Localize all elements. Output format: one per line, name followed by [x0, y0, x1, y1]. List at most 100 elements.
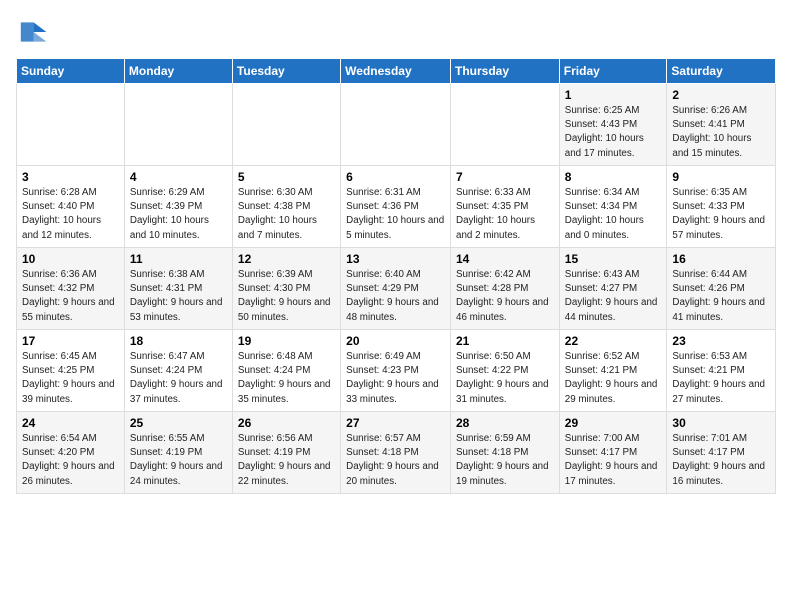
day-info: Sunrise: 6:26 AM Sunset: 4:41 PM Dayligh…	[672, 104, 770, 161]
day-number: 9	[672, 170, 770, 184]
day-info: Sunrise: 6:49 AM Sunset: 4:23 PM Dayligh…	[346, 350, 445, 407]
calendar-cell: 6 Sunrise: 6:31 AM Sunset: 4:36 PM Daylig…	[341, 166, 451, 248]
calendar-cell: 18Sunrise: 6:47 AM Sunset: 4:24 PM Dayli…	[124, 330, 232, 412]
day-number: 18	[130, 334, 227, 348]
calendar-cell: 21 Sunrise: 6:50 AM Sunset: 4:22 PM Dayli…	[451, 330, 560, 412]
calendar-cell: 9 Sunrise: 6:35 AM Sunset: 4:33 PM Daylig…	[667, 166, 776, 248]
day-number: 27	[346, 416, 445, 430]
day-number: 10	[22, 252, 119, 266]
day-number: 3	[22, 170, 119, 184]
calendar-cell	[232, 84, 340, 166]
header	[16, 16, 776, 48]
day-info: Sunrise: 6:42 AM Sunset: 4:28 PM Dayligh…	[456, 268, 554, 325]
day-number: 11	[130, 252, 227, 266]
calendar-cell: 27 Sunrise: 6:57 AM Sunset: 4:18 PM Dayli…	[341, 412, 451, 494]
day-info: Sunrise: 6:53 AM Sunset: 4:21 PM Dayligh…	[672, 350, 770, 407]
day-info: Sunrise: 6:45 AM Sunset: 4:25 PM Dayligh…	[22, 350, 119, 407]
calendar-cell: 30 Sunrise: 7:01 AM Sunset: 4:17 PM Dayli…	[667, 412, 776, 494]
calendar-cell: 8 Sunrise: 6:34 AM Sunset: 4:34 PM Daylig…	[559, 166, 667, 248]
calendar-cell: 16Sunrise: 6:44 AM Sunset: 4:26 PM Dayli…	[667, 248, 776, 330]
day-info: Sunrise: 6:43 AM Sunset: 4:27 PM Dayligh…	[565, 268, 662, 325]
calendar-cell	[451, 84, 560, 166]
weekday-header-friday: Friday	[559, 59, 667, 84]
day-info: Sunrise: 6:59 AM Sunset: 4:18 PM Dayligh…	[456, 432, 554, 489]
day-info: Sunrise: 6:54 AM Sunset: 4:20 PM Dayligh…	[22, 432, 119, 489]
calendar-cell: 5 Sunrise: 6:30 AM Sunset: 4:38 PM Daylig…	[232, 166, 340, 248]
calendar-cell: 12 Sunrise: 6:39 AM Sunset: 4:30 PM Dayli…	[232, 248, 340, 330]
day-info: Sunrise: 6:38 AM Sunset: 4:31 PM Dayligh…	[130, 268, 227, 325]
week-row-2: 10 Sunrise: 6:36 AM Sunset: 4:32 PM Dayli…	[17, 248, 776, 330]
logo-icon	[16, 16, 48, 48]
day-info: Sunrise: 6:35 AM Sunset: 4:33 PM Dayligh…	[672, 186, 770, 243]
day-info: Sunrise: 7:01 AM Sunset: 4:17 PM Dayligh…	[672, 432, 770, 489]
day-info: Sunrise: 7:00 AM Sunset: 4:17 PM Dayligh…	[565, 432, 662, 489]
calendar-cell: 10 Sunrise: 6:36 AM Sunset: 4:32 PM Dayli…	[17, 248, 125, 330]
week-row-3: 17 Sunrise: 6:45 AM Sunset: 4:25 PM Dayli…	[17, 330, 776, 412]
calendar-cell: 22Sunrise: 6:52 AM Sunset: 4:21 PM Dayli…	[559, 330, 667, 412]
calendar-cell	[17, 84, 125, 166]
day-number: 5	[238, 170, 335, 184]
weekday-header-thursday: Thursday	[451, 59, 560, 84]
day-number: 6	[346, 170, 445, 184]
weekday-header-saturday: Saturday	[667, 59, 776, 84]
day-info: Sunrise: 6:39 AM Sunset: 4:30 PM Dayligh…	[238, 268, 335, 325]
weekday-header-monday: Monday	[124, 59, 232, 84]
weekday-header-sunday: Sunday	[17, 59, 125, 84]
day-number: 13	[346, 252, 445, 266]
day-info: Sunrise: 6:36 AM Sunset: 4:32 PM Dayligh…	[22, 268, 119, 325]
weekday-header-row: SundayMondayTuesdayWednesdayThursdayFrid…	[17, 59, 776, 84]
calendar-cell: 15 Sunrise: 6:43 AM Sunset: 4:27 PM Dayli…	[559, 248, 667, 330]
day-info: Sunrise: 6:33 AM Sunset: 4:35 PM Dayligh…	[456, 186, 554, 243]
day-number: 15	[565, 252, 662, 266]
week-row-1: 3 Sunrise: 6:28 AM Sunset: 4:40 PM Daylig…	[17, 166, 776, 248]
day-info: Sunrise: 6:56 AM Sunset: 4:19 PM Dayligh…	[238, 432, 335, 489]
day-number: 1	[565, 88, 662, 102]
day-info: Sunrise: 6:30 AM Sunset: 4:38 PM Dayligh…	[238, 186, 335, 243]
calendar-cell: 17 Sunrise: 6:45 AM Sunset: 4:25 PM Dayli…	[17, 330, 125, 412]
calendar-cell: 20 Sunrise: 6:49 AM Sunset: 4:23 PM Dayli…	[341, 330, 451, 412]
day-number: 28	[456, 416, 554, 430]
calendar-cell: 24 Sunrise: 6:54 AM Sunset: 4:20 PM Dayli…	[17, 412, 125, 494]
day-number: 12	[238, 252, 335, 266]
page: SundayMondayTuesdayWednesdayThursdayFrid…	[0, 0, 792, 502]
calendar-cell: 26Sunrise: 6:56 AM Sunset: 4:19 PM Dayli…	[232, 412, 340, 494]
day-number: 8	[565, 170, 662, 184]
day-number: 25	[130, 416, 227, 430]
calendar-cell	[124, 84, 232, 166]
calendar-cell: 13 Sunrise: 6:40 AM Sunset: 4:29 PM Dayli…	[341, 248, 451, 330]
calendar-cell: 19Sunrise: 6:48 AM Sunset: 4:24 PM Dayli…	[232, 330, 340, 412]
day-number: 24	[22, 416, 119, 430]
day-info: Sunrise: 6:57 AM Sunset: 4:18 PM Dayligh…	[346, 432, 445, 489]
day-info: Sunrise: 6:34 AM Sunset: 4:34 PM Dayligh…	[565, 186, 662, 243]
calendar-cell: 7 Sunrise: 6:33 AM Sunset: 4:35 PM Daylig…	[451, 166, 560, 248]
calendar-cell: 29 Sunrise: 7:00 AM Sunset: 4:17 PM Dayli…	[559, 412, 667, 494]
day-number: 14	[456, 252, 554, 266]
day-number: 17	[22, 334, 119, 348]
day-info: Sunrise: 6:31 AM Sunset: 4:36 PM Dayligh…	[346, 186, 445, 243]
day-info: Sunrise: 6:50 AM Sunset: 4:22 PM Dayligh…	[456, 350, 554, 407]
calendar-cell	[341, 84, 451, 166]
day-number: 7	[456, 170, 554, 184]
day-number: 20	[346, 334, 445, 348]
day-info: Sunrise: 6:25 AM Sunset: 4:43 PM Dayligh…	[565, 104, 662, 161]
calendar-table: SundayMondayTuesdayWednesdayThursdayFrid…	[16, 58, 776, 494]
day-number: 22	[565, 334, 662, 348]
day-info: Sunrise: 6:40 AM Sunset: 4:29 PM Dayligh…	[346, 268, 445, 325]
day-info: Sunrise: 6:48 AM Sunset: 4:24 PM Dayligh…	[238, 350, 335, 407]
day-number: 30	[672, 416, 770, 430]
logo	[16, 16, 52, 48]
day-number: 21	[456, 334, 554, 348]
calendar-cell: 2 Sunrise: 6:26 AM Sunset: 4:41 PM Daylig…	[667, 84, 776, 166]
week-row-4: 24 Sunrise: 6:54 AM Sunset: 4:20 PM Dayli…	[17, 412, 776, 494]
day-info: Sunrise: 6:28 AM Sunset: 4:40 PM Dayligh…	[22, 186, 119, 243]
day-number: 2	[672, 88, 770, 102]
day-info: Sunrise: 6:29 AM Sunset: 4:39 PM Dayligh…	[130, 186, 227, 243]
day-number: 16	[672, 252, 770, 266]
day-number: 29	[565, 416, 662, 430]
calendar-cell: 3 Sunrise: 6:28 AM Sunset: 4:40 PM Daylig…	[17, 166, 125, 248]
calendar-cell: 14 Sunrise: 6:42 AM Sunset: 4:28 PM Dayli…	[451, 248, 560, 330]
calendar-cell: 1 Sunrise: 6:25 AM Sunset: 4:43 PM Daylig…	[559, 84, 667, 166]
weekday-header-tuesday: Tuesday	[232, 59, 340, 84]
calendar-cell: 4Sunrise: 6:29 AM Sunset: 4:39 PM Daylig…	[124, 166, 232, 248]
day-info: Sunrise: 6:55 AM Sunset: 4:19 PM Dayligh…	[130, 432, 227, 489]
